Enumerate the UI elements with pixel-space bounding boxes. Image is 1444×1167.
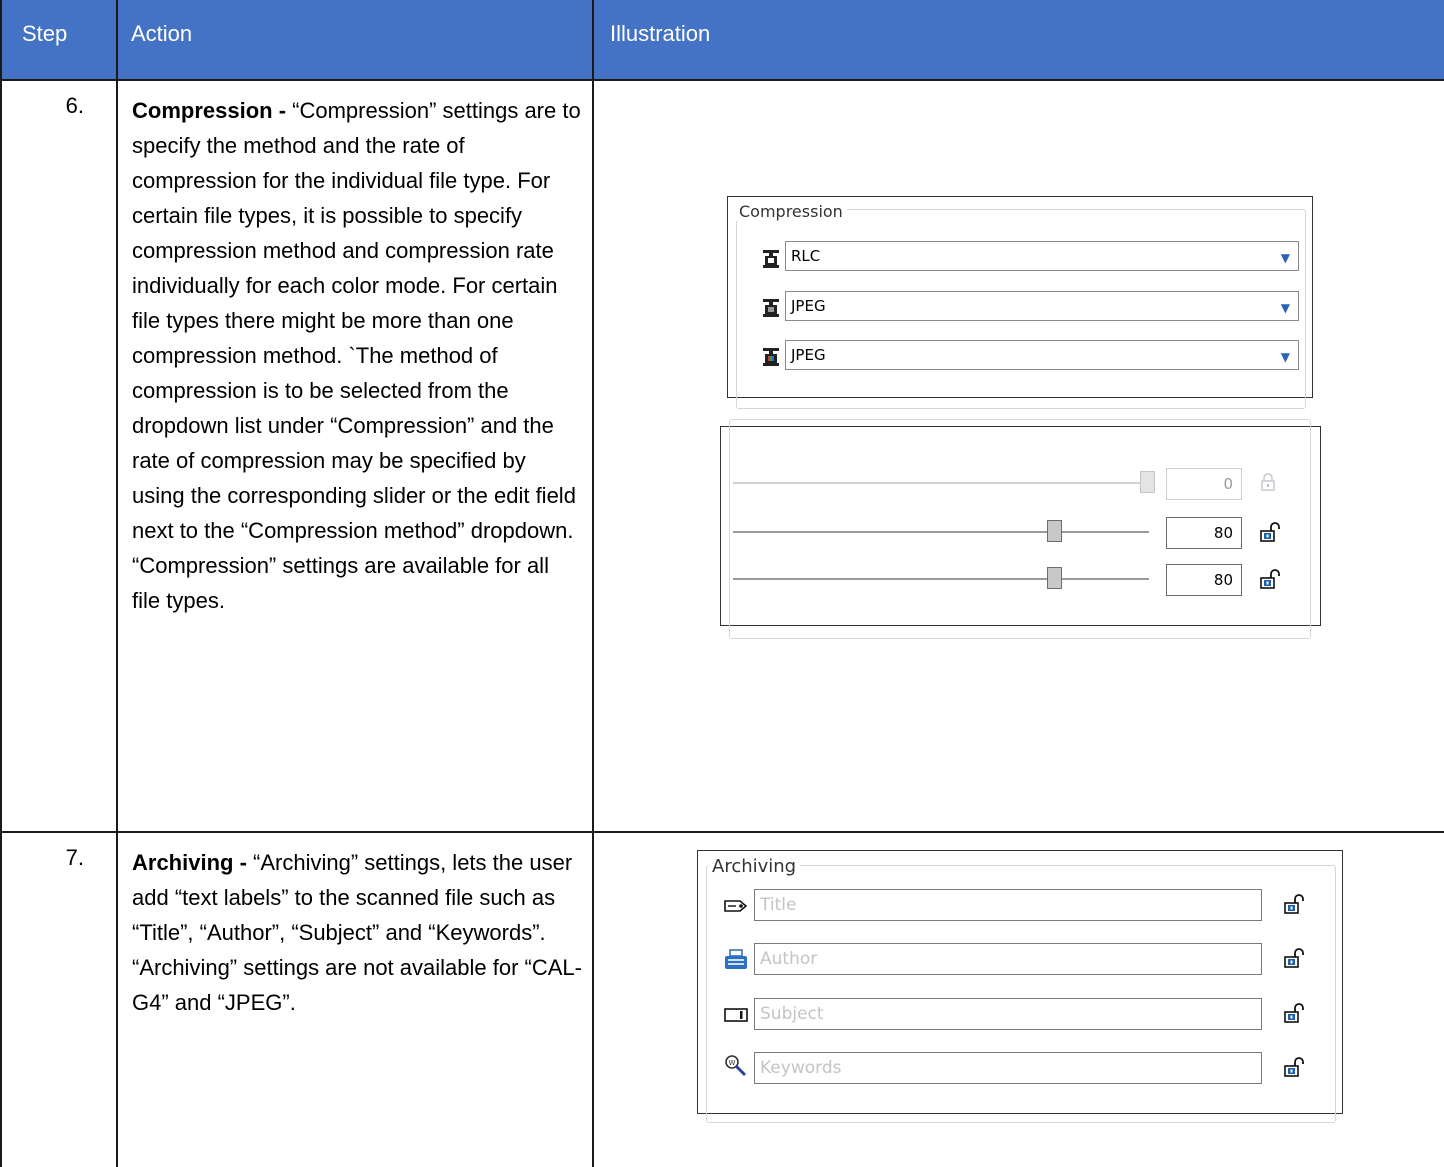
tag-icon [724, 900, 748, 912]
column-divider [116, 0, 118, 1167]
select-value: JPEG [791, 297, 826, 315]
row-divider [0, 831, 1444, 833]
color-scanner-icon [763, 348, 779, 366]
archiving-group-label: Archiving [708, 856, 801, 877]
unlock-icon[interactable] [1284, 948, 1304, 968]
rate-value-input[interactable]: 0 [1166, 468, 1242, 500]
archiving-panel: Archiving Title Author Subject W Keyword… [697, 850, 1343, 1123]
select-value: RLC [791, 247, 821, 265]
subject-field[interactable]: Subject [754, 998, 1262, 1030]
keyword-search-icon: W [725, 1055, 747, 1077]
rate-value-input[interactable]: 80 [1166, 564, 1242, 596]
action-text: Compression - “Compression” settings are… [132, 93, 582, 618]
color-compression-select[interactable]: JPEG ▼ [785, 340, 1299, 370]
action-title: Archiving - [132, 850, 247, 875]
step-number: 7. [65, 845, 84, 870]
chevron-down-icon: ▼ [1280, 251, 1290, 265]
header-illustration: Illustration [610, 21, 711, 46]
compression-group-label: Compression [735, 202, 847, 221]
textbox-icon [724, 1008, 748, 1022]
compression-rate-panel: 0 80 80 [720, 419, 1321, 639]
select-value: JPEG [791, 346, 826, 364]
svg-text:W: W [729, 1059, 736, 1067]
slider-track [733, 482, 1149, 484]
slider-thumb[interactable] [1047, 567, 1062, 589]
unlock-icon[interactable] [1284, 1057, 1304, 1077]
slider-thumb[interactable] [1047, 520, 1062, 542]
action-title: Compression - [132, 98, 287, 123]
author-field[interactable]: Author [754, 943, 1262, 975]
typewriter-icon [725, 949, 747, 969]
unlock-icon[interactable] [1284, 894, 1304, 914]
action-description: “Compression” settings are to specify th… [132, 98, 581, 613]
chevron-down-icon: ▼ [1280, 350, 1290, 364]
rate-value-input[interactable]: 80 [1166, 517, 1242, 549]
header-action: Action [131, 21, 193, 46]
compression-panel: Compression RLC ▼ JPEG ▼ JPEG ▼ [727, 196, 1313, 409]
title-field[interactable]: Title [754, 889, 1262, 921]
unlock-icon[interactable] [1260, 569, 1280, 589]
chevron-down-icon: ▼ [1280, 301, 1290, 315]
unlock-icon[interactable] [1284, 1003, 1304, 1023]
row-divider [0, 79, 1444, 81]
gray-scanner-icon [763, 299, 779, 317]
lock-icon[interactable] [1258, 472, 1278, 492]
action-text: Archiving - “Archiving” settings, lets t… [132, 845, 582, 1020]
unlock-icon[interactable] [1260, 522, 1280, 542]
gray-compression-select[interactable]: JPEG ▼ [785, 291, 1299, 321]
step-number: 6. [65, 93, 84, 118]
column-divider [0, 0, 2, 1167]
slider-track [733, 531, 1149, 533]
slider-thumb[interactable] [1140, 471, 1155, 493]
table-header [0, 0, 1444, 79]
bw-scanner-icon [763, 250, 779, 268]
column-divider [592, 0, 594, 1167]
keywords-field[interactable]: Keywords [754, 1052, 1262, 1084]
bw-compression-select[interactable]: RLC ▼ [785, 241, 1299, 271]
slider-track [733, 578, 1149, 580]
header-step: Step [22, 21, 68, 46]
